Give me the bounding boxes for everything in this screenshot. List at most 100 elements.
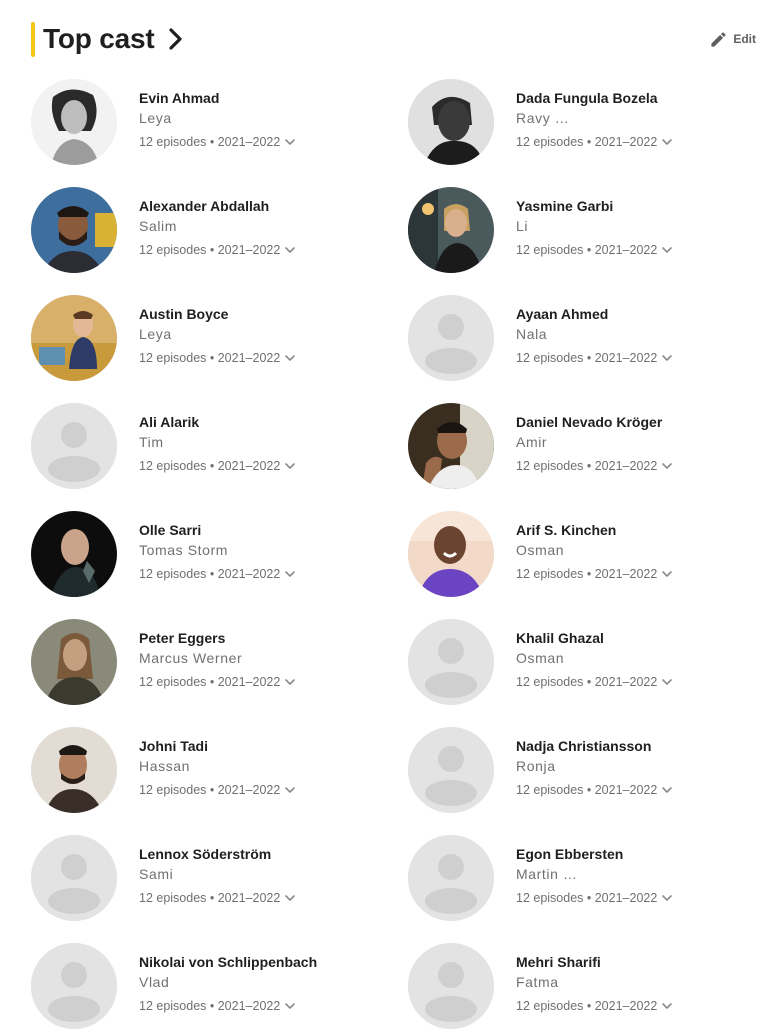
episode-info[interactable]: 12 episodes • 2021–2022 xyxy=(139,781,379,799)
episode-info-text: 12 episodes • 2021–2022 xyxy=(139,783,281,797)
episode-info[interactable]: 12 episodes • 2021–2022 xyxy=(139,565,379,583)
chevron-down-icon[interactable] xyxy=(284,785,296,795)
character-name: Fatma xyxy=(516,974,559,990)
chevron-down-icon[interactable] xyxy=(661,353,673,363)
avatar-placeholder-icon[interactable] xyxy=(408,619,494,705)
cast-member-item[interactable]: Mehri Sharifi Fatma 12 episodes • 2021–2… xyxy=(408,943,758,1033)
episode-info[interactable]: 12 episodes • 2021–2022 xyxy=(516,889,756,907)
chevron-down-icon[interactable] xyxy=(661,569,673,579)
actor-name[interactable]: Olle Sarri xyxy=(139,521,379,539)
cast-member-item[interactable]: Ayaan Ahmed Nala 12 episodes • 2021–2022 xyxy=(408,295,758,385)
actor-name[interactable]: Daniel Nevado Kröger xyxy=(516,413,756,431)
chevron-down-icon[interactable] xyxy=(284,461,296,471)
episode-info-text: 12 episodes • 2021–2022 xyxy=(139,999,281,1013)
chevron-down-icon[interactable] xyxy=(284,677,296,687)
actor-name[interactable]: Evin Ahmad xyxy=(139,89,379,107)
actor-name[interactable]: Nikolai von Schlippenbach xyxy=(139,953,379,971)
episode-info[interactable]: 12 episodes • 2021–2022 xyxy=(516,673,756,691)
actor-name[interactable]: Dada Fungula Bozela xyxy=(516,89,756,107)
chevron-down-icon[interactable] xyxy=(284,245,296,255)
chevron-down-icon[interactable] xyxy=(661,245,673,255)
actor-photo[interactable] xyxy=(31,187,117,273)
cast-member-item[interactable]: Egon Ebbersten Martin … 12 episodes • 20… xyxy=(408,835,758,925)
actor-photo[interactable] xyxy=(31,511,117,597)
cast-member-item[interactable]: Peter Eggers Marcus Werner 12 episodes •… xyxy=(31,619,381,709)
actor-name[interactable]: Ali Alarik xyxy=(139,413,379,431)
episode-info[interactable]: 12 episodes • 2021–2022 xyxy=(139,673,379,691)
actor-name[interactable]: Ayaan Ahmed xyxy=(516,305,756,323)
avatar-placeholder-icon[interactable] xyxy=(31,835,117,921)
actor-name[interactable]: Yasmine Garbi xyxy=(516,197,756,215)
avatar-placeholder-icon[interactable] xyxy=(31,943,117,1029)
avatar-placeholder-icon[interactable] xyxy=(408,835,494,921)
episode-info[interactable]: 12 episodes • 2021–2022 xyxy=(516,565,756,583)
cast-member-item[interactable]: Khalil Ghazal Osman 12 episodes • 2021–2… xyxy=(408,619,758,709)
actor-photo[interactable] xyxy=(31,295,117,381)
episode-info[interactable]: 12 episodes • 2021–2022 xyxy=(139,997,379,1015)
actor-name[interactable]: Austin Boyce xyxy=(139,305,379,323)
cast-member-item[interactable]: Austin Boyce Leya 12 episodes • 2021–202… xyxy=(31,295,381,385)
cast-member-item[interactable]: Daniel Nevado Kröger Amir 12 episodes • … xyxy=(408,403,758,493)
cast-member-item[interactable]: Nikolai von Schlippenbach Vlad 12 episod… xyxy=(31,943,381,1033)
actor-photo[interactable] xyxy=(408,511,494,597)
episode-info[interactable]: 12 episodes • 2021–2022 xyxy=(516,457,756,475)
actor-photo[interactable] xyxy=(31,727,117,813)
episode-info[interactable]: 12 episodes • 2021–2022 xyxy=(516,241,756,259)
chevron-down-icon[interactable] xyxy=(661,893,673,903)
chevron-down-icon[interactable] xyxy=(661,1001,673,1011)
cast-member-item[interactable]: Johni Tadi Hassan 12 episodes • 2021–202… xyxy=(31,727,381,817)
cast-member-item[interactable]: Yasmine Garbi Li 12 episodes • 2021–2022 xyxy=(408,187,758,277)
episode-info-text: 12 episodes • 2021–2022 xyxy=(139,891,281,905)
character-name: Sami xyxy=(139,866,174,882)
chevron-down-icon[interactable] xyxy=(284,569,296,579)
episode-info-text: 12 episodes • 2021–2022 xyxy=(516,135,658,149)
actor-name[interactable]: Alexander Abdallah xyxy=(139,197,379,215)
episode-info[interactable]: 12 episodes • 2021–2022 xyxy=(139,457,379,475)
chevron-down-icon[interactable] xyxy=(661,785,673,795)
chevron-down-icon[interactable] xyxy=(661,677,673,687)
actor-name[interactable]: Peter Eggers xyxy=(139,629,379,647)
avatar-placeholder-icon[interactable] xyxy=(408,943,494,1029)
episode-info[interactable]: 12 episodes • 2021–2022 xyxy=(139,349,379,367)
cast-member-item[interactable]: Alexander Abdallah Salim 12 episodes • 2… xyxy=(31,187,381,277)
avatar-placeholder-icon[interactable] xyxy=(408,727,494,813)
cast-member-item[interactable]: Ali Alarik Tim 12 episodes • 2021–2022 xyxy=(31,403,381,493)
chevron-down-icon[interactable] xyxy=(284,353,296,363)
actor-photo[interactable] xyxy=(408,79,494,165)
cast-member-item[interactable]: Olle Sarri Tomas Storm 12 episodes • 202… xyxy=(31,511,381,601)
episode-info[interactable]: 12 episodes • 2021–2022 xyxy=(139,133,379,151)
actor-name[interactable]: Khalil Ghazal xyxy=(516,629,756,647)
episode-info-text: 12 episodes • 2021–2022 xyxy=(139,567,281,581)
chevron-down-icon[interactable] xyxy=(661,461,673,471)
actor-name[interactable]: Mehri Sharifi xyxy=(516,953,756,971)
cast-member-item[interactable]: Dada Fungula Bozela Ravy … 12 episodes •… xyxy=(408,79,758,169)
actor-name[interactable]: Lennox Söderström xyxy=(139,845,379,863)
chevron-down-icon[interactable] xyxy=(284,1001,296,1011)
actor-name[interactable]: Johni Tadi xyxy=(139,737,379,755)
chevron-down-icon[interactable] xyxy=(661,137,673,147)
actor-photo[interactable] xyxy=(31,79,117,165)
episode-info[interactable]: 12 episodes • 2021–2022 xyxy=(516,781,756,799)
episode-info[interactable]: 12 episodes • 2021–2022 xyxy=(516,997,756,1015)
episode-info[interactable]: 12 episodes • 2021–2022 xyxy=(516,133,756,151)
actor-name[interactable]: Egon Ebbersten xyxy=(516,845,756,863)
actor-photo[interactable] xyxy=(31,619,117,705)
cast-member-item[interactable]: Arif S. Kinchen Osman 12 episodes • 2021… xyxy=(408,511,758,601)
episode-info[interactable]: 12 episodes • 2021–2022 xyxy=(139,889,379,907)
actor-name[interactable]: Nadja Christiansson xyxy=(516,737,756,755)
chevron-down-icon[interactable] xyxy=(284,137,296,147)
avatar-placeholder-icon[interactable] xyxy=(408,295,494,381)
actor-name[interactable]: Arif S. Kinchen xyxy=(516,521,756,539)
episode-info[interactable]: 12 episodes • 2021–2022 xyxy=(139,241,379,259)
cast-member-item[interactable]: Nadja Christiansson Ronja 12 episodes • … xyxy=(408,727,758,817)
character-name: Tomas Storm xyxy=(139,542,229,558)
cast-member-item[interactable]: Evin Ahmad Leya 12 episodes • 2021–2022 xyxy=(31,79,381,169)
actor-photo[interactable] xyxy=(408,187,494,273)
episode-info[interactable]: 12 episodes • 2021–2022 xyxy=(516,349,756,367)
actor-photo[interactable] xyxy=(408,403,494,489)
episode-info-text: 12 episodes • 2021–2022 xyxy=(139,459,281,473)
cast-member-item[interactable]: Lennox Söderström Sami 12 episodes • 202… xyxy=(31,835,381,925)
avatar-placeholder-icon[interactable] xyxy=(31,403,117,489)
chevron-down-icon[interactable] xyxy=(284,893,296,903)
episode-info-text: 12 episodes • 2021–2022 xyxy=(516,783,658,797)
